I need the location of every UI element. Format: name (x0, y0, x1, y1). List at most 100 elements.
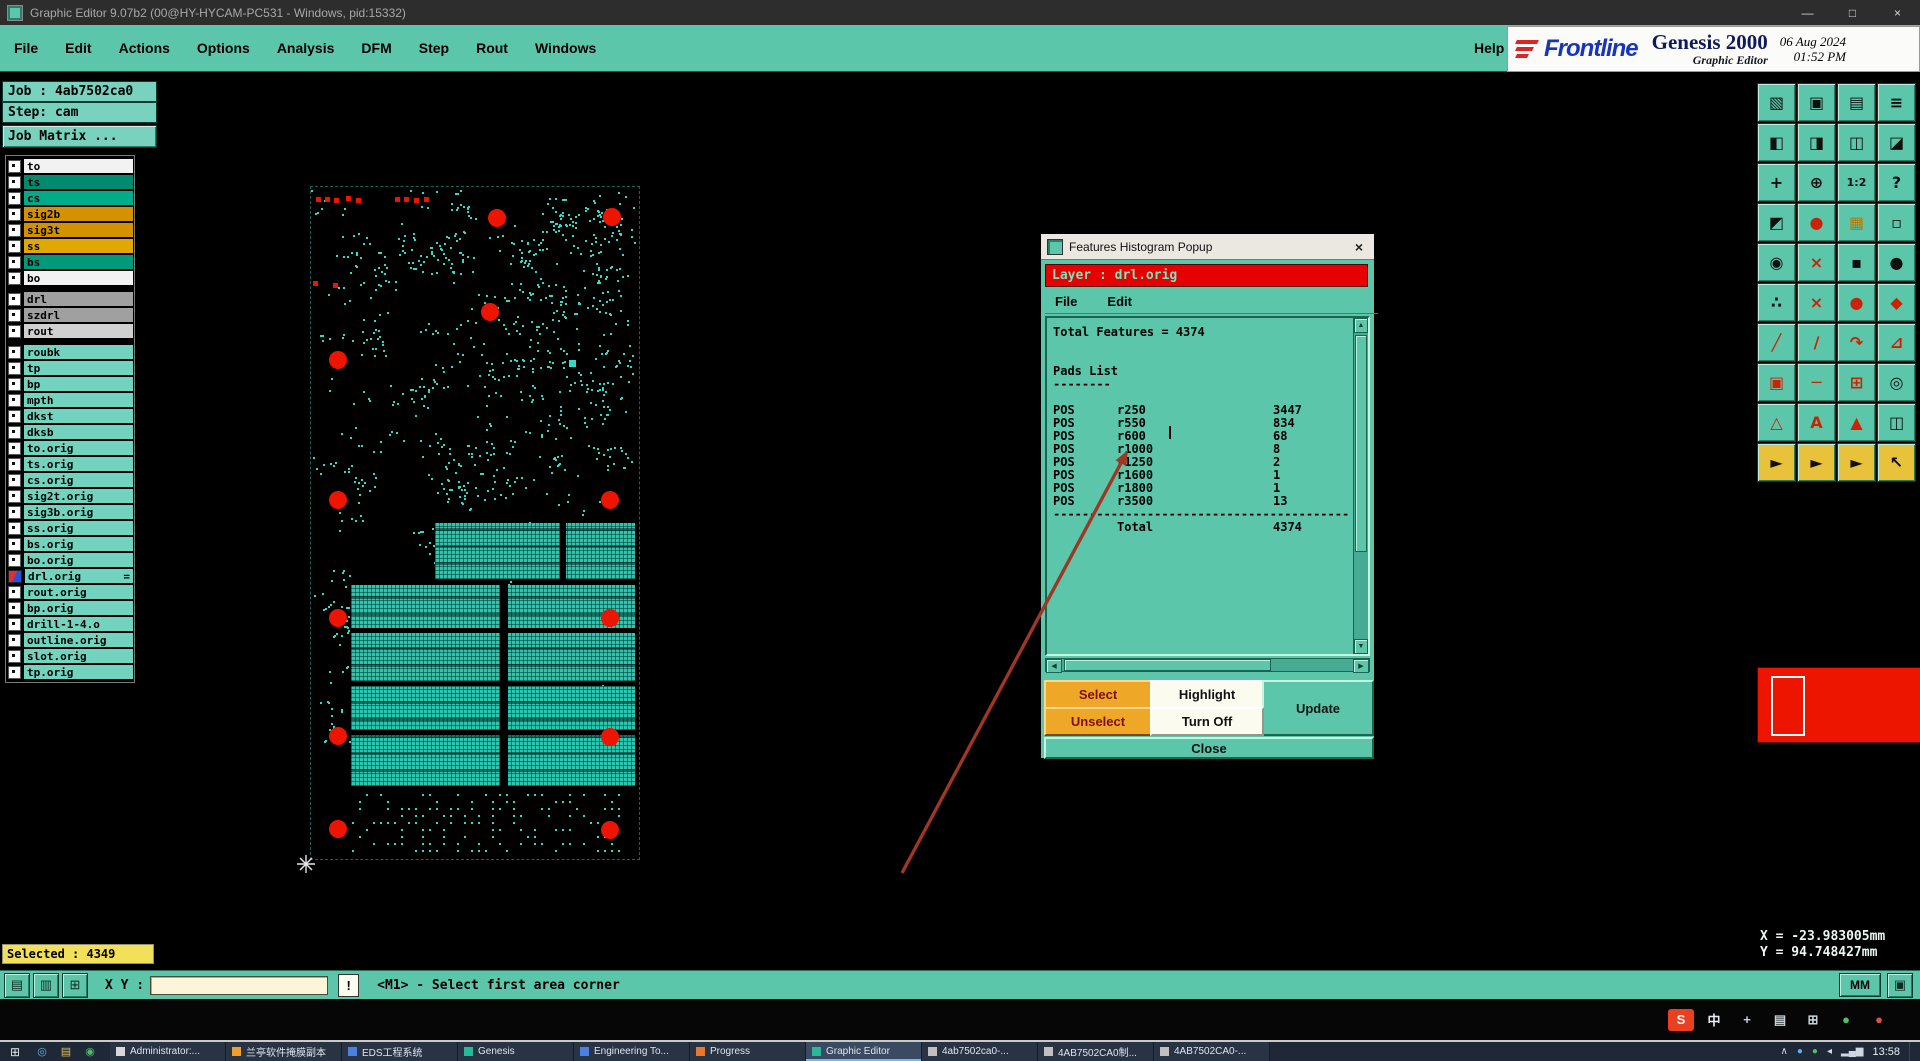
lang-chinese-icon[interactable]: 中 (1701, 1009, 1727, 1031)
volume-icon[interactable]: ◂ (1827, 1046, 1832, 1057)
taskbar-app[interactable]: EDS工程系统 (342, 1042, 458, 1061)
tool-button-23[interactable]: ● (1837, 283, 1876, 322)
taskbar-app[interactable]: 4AB7502CA0-... (1154, 1042, 1270, 1061)
layer-row-ts[interactable]: ts (7, 174, 133, 190)
layer-checkbox[interactable] (8, 473, 21, 487)
menu-file[interactable]: File (14, 40, 38, 56)
layer-checkbox[interactable] (8, 223, 21, 237)
taskbar-app[interactable]: Administrator:... (110, 1042, 226, 1061)
punctuation-icon[interactable]: + (1734, 1009, 1760, 1031)
layer-row-bo[interactable]: bo (7, 270, 133, 286)
unselect-button[interactable]: Unselect (1044, 707, 1152, 736)
status-right-icon[interactable]: ▣ (1887, 972, 1913, 998)
scroll-thumb[interactable] (1064, 659, 1271, 671)
tool-button-18[interactable]: × (1797, 243, 1836, 282)
layer-checkbox[interactable] (8, 239, 21, 253)
layer-row-rout[interactable]: rout (7, 323, 133, 339)
popup-title-bar[interactable]: Features Histogram Popup × (1041, 234, 1374, 260)
layer-row-cs.orig[interactable]: cs.orig (7, 472, 133, 488)
layer-row-sig2b[interactable]: sig2b (7, 206, 133, 222)
navigator-viewport[interactable] (1771, 676, 1805, 736)
xy-coordinate-input[interactable] (150, 975, 329, 995)
layer-checkbox[interactable] (8, 207, 21, 221)
tool-button-15[interactable]: ▦ (1837, 203, 1876, 242)
layer-checkbox[interactable] (8, 617, 21, 631)
status-red-icon[interactable]: ● (1866, 1009, 1892, 1031)
menu-edit[interactable]: Edit (65, 40, 91, 56)
tool-button-7[interactable]: ◫ (1837, 123, 1876, 162)
layer-row-ss[interactable]: ss (7, 238, 133, 254)
tool-button-11[interactable]: 1:2 (1837, 163, 1876, 202)
title-bar[interactable]: Graphic Editor 9.07b2 (00@HY-HYCAM-PC531… (0, 0, 1920, 25)
menu-dfm[interactable]: DFM (361, 40, 391, 56)
menu-options[interactable]: Options (197, 40, 250, 56)
tool-button-20[interactable]: ● (1877, 243, 1916, 282)
start-button[interactable]: ⊞ (0, 1042, 30, 1061)
tool-button-25[interactable]: ╱ (1757, 323, 1796, 362)
tool-button-9[interactable]: + (1757, 163, 1796, 202)
tool-button-37[interactable]: ► (1757, 443, 1796, 482)
update-button[interactable]: Update (1262, 680, 1374, 736)
tool-button-24[interactable]: ◆ (1877, 283, 1916, 322)
vertical-scrollbar[interactable]: ▲ ▼ (1353, 318, 1368, 654)
taskbar-app[interactable]: 兰亭软件掩膜副本 (226, 1042, 342, 1061)
layer-checkbox[interactable] (8, 665, 21, 679)
layer-row-sig3b.orig[interactable]: sig3b.orig (7, 504, 133, 520)
scroll-left-icon[interactable]: ◀ (1046, 659, 1062, 673)
layer-row-bo.orig[interactable]: bo.orig (7, 552, 133, 568)
menu-windows[interactable]: Windows (535, 40, 596, 56)
layer-row-tp.orig[interactable]: tp.orig (7, 664, 133, 680)
tool-button-39[interactable]: ► (1837, 443, 1876, 482)
tool-button-30[interactable]: ─ (1797, 363, 1836, 402)
minimize-button[interactable]: — (1785, 0, 1830, 25)
layer-row-dkst[interactable]: dkst (7, 408, 133, 424)
taskbar-app[interactable]: Graphic Editor (806, 1042, 922, 1061)
layer-row-outline.orig[interactable]: outline.orig (7, 632, 133, 648)
layer-row-to[interactable]: to (7, 158, 133, 174)
menu-actions[interactable]: Actions (119, 40, 170, 56)
tool-button-14[interactable]: ● (1797, 203, 1836, 242)
network-icon[interactable]: ▂▄▆ (1841, 1046, 1863, 1057)
layer-row-cs[interactable]: cs (7, 190, 133, 206)
layer-checkbox[interactable] (8, 457, 21, 471)
overview-navigator[interactable] (1757, 667, 1920, 743)
layer-checkbox[interactable] (8, 425, 21, 439)
layer-row-drl[interactable]: drl (7, 291, 133, 307)
doc-icon-button[interactable]: ▤ (4, 972, 30, 998)
tool-button-19[interactable]: ▪ (1837, 243, 1876, 282)
tool-button-16[interactable]: ▫ (1877, 203, 1916, 242)
scroll-up-icon[interactable]: ▲ (1354, 318, 1368, 333)
layer-checkbox[interactable] (8, 537, 21, 551)
taskbar-app[interactable]: Progress (690, 1042, 806, 1061)
layer-checkbox[interactable] (8, 409, 21, 423)
layer-row-bp.orig[interactable]: bp.orig (7, 600, 133, 616)
layer-row-rout.orig[interactable]: rout.orig (7, 584, 133, 600)
layer-checkbox[interactable] (8, 175, 21, 189)
status-green-icon[interactable]: ● (1833, 1009, 1859, 1031)
layer-checkbox[interactable] (8, 361, 21, 375)
tool-button-31[interactable]: ⊞ (1837, 363, 1876, 402)
tool-button-34[interactable]: A (1797, 403, 1836, 442)
tool-button-28[interactable]: ⊿ (1877, 323, 1916, 362)
keyboard-icon[interactable]: ▤ (1767, 1009, 1793, 1031)
scroll-down-icon[interactable]: ▼ (1354, 639, 1368, 654)
explorer-icon[interactable]: ▤ (54, 1042, 78, 1061)
tool-button-33[interactable]: △ (1757, 403, 1796, 442)
grid-icon-button[interactable]: ⊞ (62, 972, 88, 998)
layer-checkbox[interactable] (8, 489, 21, 503)
tool-button-22[interactable]: × (1797, 283, 1836, 322)
layer-checkbox[interactable] (8, 292, 21, 306)
taskbar-app[interactable]: 4ab7502ca0-... (922, 1042, 1038, 1061)
tool-button-10[interactable]: ⊕ (1797, 163, 1836, 202)
tool-button-35[interactable]: ▲ (1837, 403, 1876, 442)
popup-menu-edit[interactable]: Edit (1107, 294, 1132, 309)
popup-close-icon[interactable]: × (1350, 238, 1368, 256)
close-button[interactable]: × (1875, 0, 1920, 25)
app-icon[interactable]: ◉ (78, 1042, 102, 1061)
tool-button-27[interactable]: ↷ (1837, 323, 1876, 362)
restore-button[interactable]: □ (1830, 0, 1875, 25)
tool-button-4[interactable]: ≡ (1877, 83, 1916, 122)
layer-row-bs[interactable]: bs (7, 254, 133, 270)
layer-row-ss.orig[interactable]: ss.orig (7, 520, 133, 536)
toolbox-icon[interactable]: ⊞ (1800, 1009, 1826, 1031)
